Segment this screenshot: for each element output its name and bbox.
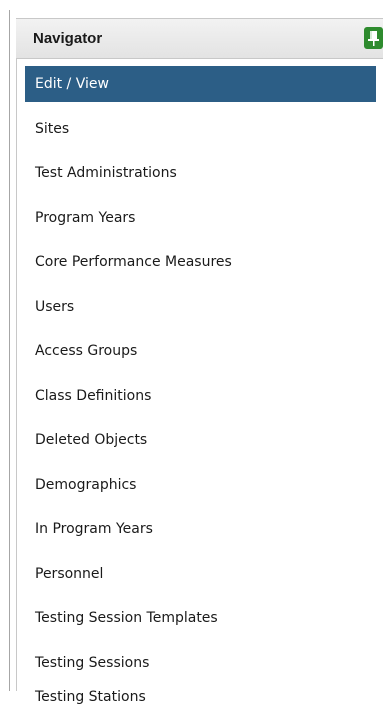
- nav-item-testing-sessions[interactable]: Testing Sessions: [25, 645, 376, 681]
- nav-item-edit-view[interactable]: Edit / View: [25, 66, 376, 102]
- nav-item-sites[interactable]: Sites: [25, 111, 376, 147]
- nav-item-test-administrations[interactable]: Test Administrations: [25, 155, 376, 191]
- panel-left-border: [9, 10, 10, 691]
- nav-item-users[interactable]: Users: [25, 289, 376, 325]
- navigator-list: Edit / View Sites Test Administrations P…: [16, 59, 383, 705]
- nav-item-class-definitions[interactable]: Class Definitions: [25, 378, 376, 414]
- nav-item-in-program-years[interactable]: In Program Years: [25, 511, 376, 547]
- nav-item-demographics[interactable]: Demographics: [25, 467, 376, 503]
- pin-button[interactable]: [364, 27, 383, 49]
- nav-item-personnel[interactable]: Personnel: [25, 556, 376, 592]
- nav-item-core-performance-measures[interactable]: Core Performance Measures: [25, 244, 376, 280]
- nav-item-deleted-objects[interactable]: Deleted Objects: [25, 422, 376, 458]
- navigator-panel: Navigator Edit / View Sites Test Adminis…: [0, 0, 383, 705]
- navigator-header: Navigator: [16, 18, 383, 59]
- nav-item-testing-stations[interactable]: Testing Stations: [25, 679, 376, 715]
- nav-item-access-groups[interactable]: Access Groups: [25, 333, 376, 369]
- navigator-title: Navigator: [33, 30, 103, 47]
- pin-icon: [364, 27, 383, 49]
- nav-item-program-years[interactable]: Program Years: [25, 200, 376, 236]
- nav-item-testing-session-templates[interactable]: Testing Session Templates: [25, 600, 376, 636]
